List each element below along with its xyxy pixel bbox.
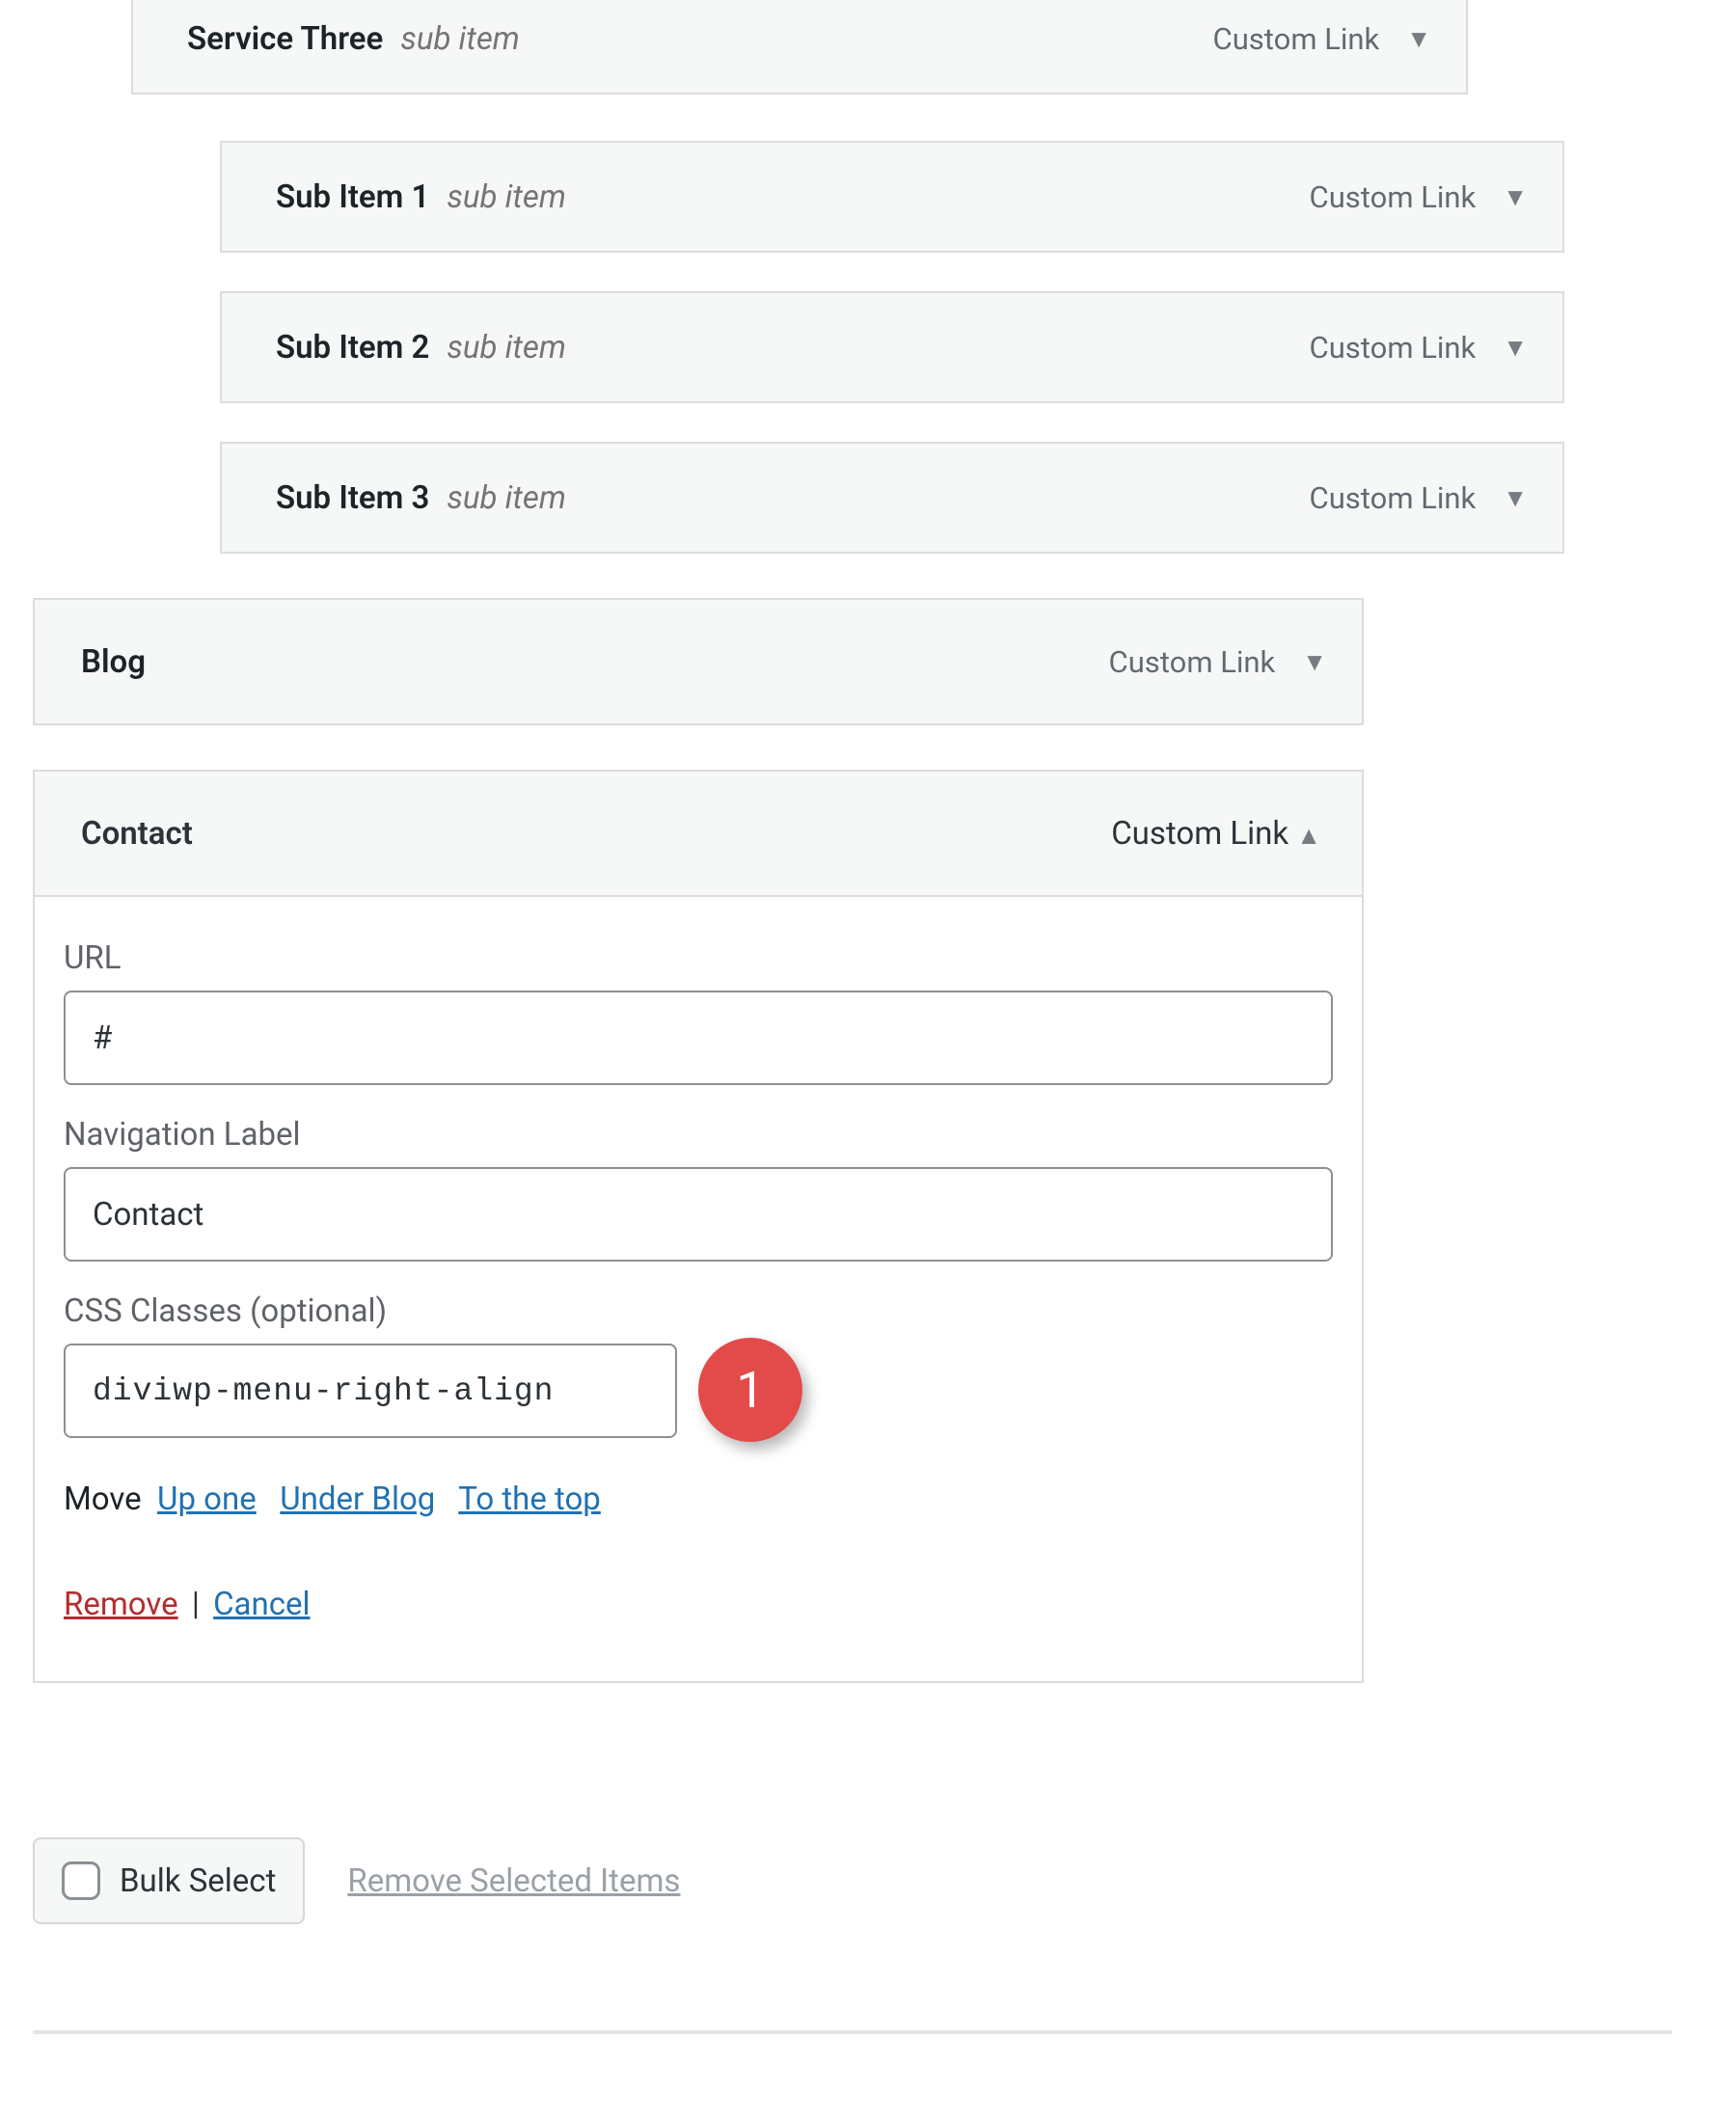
chevron-down-icon[interactable]: ▼	[1302, 647, 1327, 677]
nav-label-input[interactable]	[64, 1167, 1333, 1262]
menu-item-title: Blog	[81, 643, 146, 681]
menu-item-title: Sub Item 2	[276, 329, 429, 367]
move-up-one-link[interactable]: Up one	[157, 1481, 257, 1518]
menu-item-contact-expanded: Contact Custom Link ▲ URL Navigation Lab…	[33, 770, 1364, 1683]
menu-item-title: Contact	[81, 815, 193, 853]
menu-item-title: Sub Item 1	[276, 178, 429, 216]
menu-item-type: Custom Link	[1109, 644, 1276, 680]
chevron-down-icon[interactable]: ▼	[1503, 333, 1528, 363]
remove-link[interactable]: Remove	[64, 1586, 178, 1623]
chevron-up-icon[interactable]: ▲	[1296, 822, 1321, 851]
menu-item-blog[interactable]: Blog Custom Link ▼	[33, 598, 1364, 725]
remove-selected-link[interactable]: Remove Selected Items	[347, 1862, 680, 1900]
menu-item-subtitle: sub item	[447, 329, 566, 367]
menu-item-title: Sub Item 3	[276, 479, 429, 517]
move-under-link[interactable]: Under Blog	[280, 1481, 435, 1518]
url-label: URL	[64, 939, 1333, 977]
menu-item-subtitle: sub item	[400, 20, 520, 58]
cancel-link[interactable]: Cancel	[213, 1586, 310, 1623]
menu-item-contact-header[interactable]: Contact Custom Link ▲	[33, 770, 1364, 897]
menu-item-service-three[interactable]: Service Three sub item Custom Link ▼	[131, 0, 1468, 95]
bulk-select-label: Bulk Select	[120, 1862, 276, 1900]
url-input[interactable]	[64, 991, 1333, 1085]
menu-item-subtitle: sub item	[447, 178, 566, 216]
chevron-down-icon[interactable]: ▼	[1503, 182, 1528, 212]
menu-item-title: Service Three	[187, 20, 383, 58]
css-classes-input[interactable]	[64, 1344, 677, 1438]
menu-item-subtitle: sub item	[447, 479, 566, 517]
annotation-badge-number: 1	[736, 1361, 764, 1420]
css-classes-label: CSS Classes (optional)	[64, 1292, 1333, 1330]
divider	[33, 2030, 1672, 2034]
menu-item-sub-item-2[interactable]: Sub Item 2 sub item Custom Link ▼	[220, 291, 1564, 403]
nav-label-label: Navigation Label	[64, 1116, 1333, 1154]
remove-cancel-row: Remove | Cancel	[64, 1586, 1333, 1623]
menu-item-type: Custom Link	[1310, 480, 1477, 516]
menu-item-type: Custom Link	[1213, 21, 1380, 57]
bulk-select-button[interactable]: Bulk Select	[33, 1837, 305, 1924]
move-to-top-link[interactable]: To the top	[458, 1481, 601, 1518]
menu-item-type: Custom Link	[1310, 330, 1477, 366]
move-row: Move Up one Under Blog To the top	[64, 1481, 1333, 1518]
menu-item-type: Custom Link	[1310, 179, 1477, 215]
bulk-select-checkbox[interactable]	[62, 1861, 100, 1900]
menu-item-settings-panel: URL Navigation Label CSS Classes (option…	[33, 897, 1364, 1683]
chevron-down-icon[interactable]: ▼	[1503, 483, 1528, 513]
chevron-down-icon[interactable]: ▼	[1406, 24, 1431, 54]
menu-item-sub-item-3[interactable]: Sub Item 3 sub item Custom Link ▼	[220, 442, 1564, 554]
annotation-badge-1: 1	[698, 1338, 802, 1442]
move-label: Move	[64, 1481, 142, 1518]
menu-item-type: Custom Link	[1111, 815, 1288, 853]
menu-item-sub-item-1[interactable]: Sub Item 1 sub item Custom Link ▼	[220, 141, 1564, 253]
